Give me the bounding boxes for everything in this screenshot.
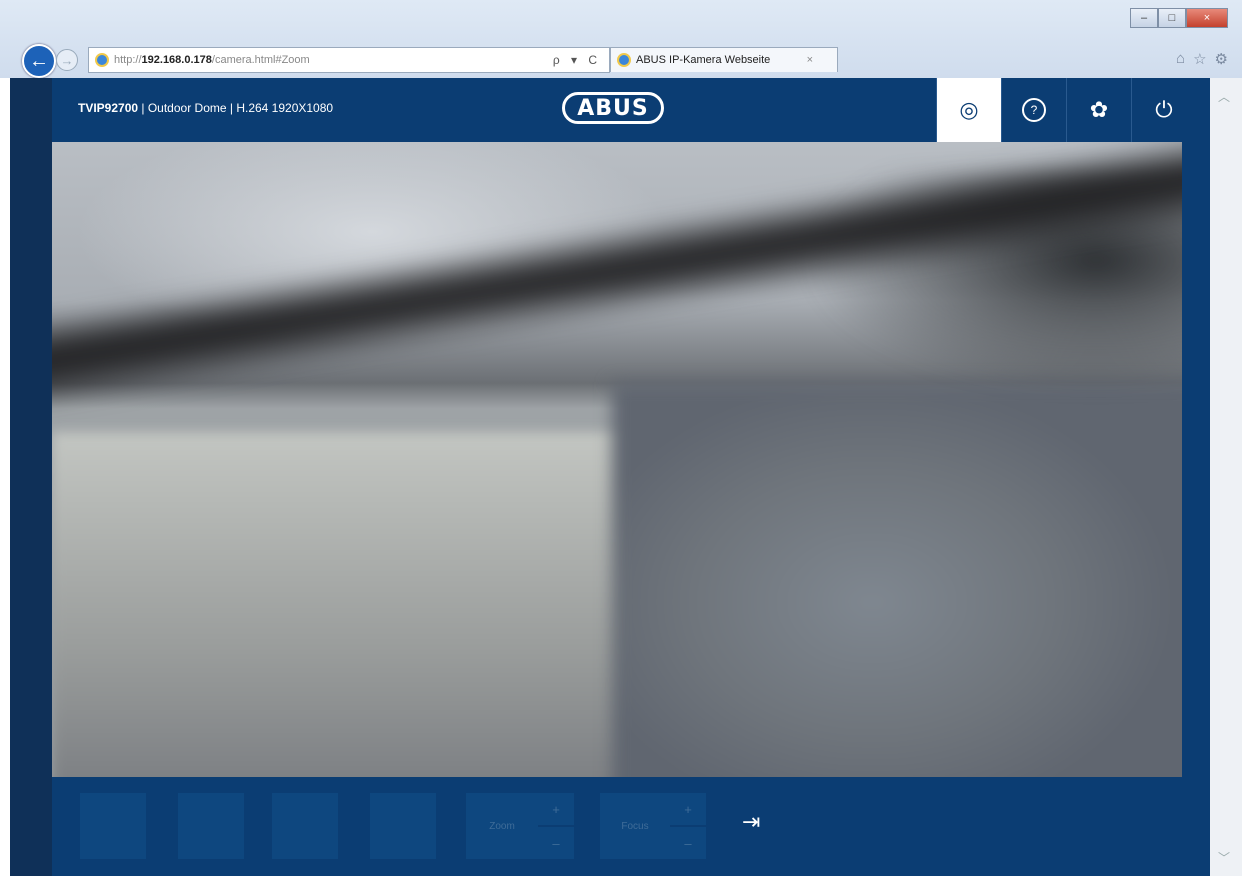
url-prefix: http://: [114, 54, 142, 66]
audio-button[interactable]: [272, 793, 338, 859]
fullscreen-button[interactable]: [370, 793, 436, 859]
snapshot-button[interactable]: [80, 793, 146, 859]
camera-model: TVIP92700: [78, 101, 139, 115]
home-icon[interactable]: ⌂: [1176, 50, 1185, 68]
tab-title: ABUS IP-Kamera Webseite: [636, 54, 771, 66]
page-area: TVIP92700 | Outdoor Dome | H.264 1920X10…: [10, 78, 1242, 876]
url-path: /camera.html#Zoom: [211, 54, 310, 66]
favorites-icon[interactable]: ☆: [1193, 50, 1206, 68]
address-tools[interactable]: ρ ▾ C: [553, 53, 601, 67]
abus-logo: ABUS: [562, 92, 664, 124]
camera-title: TVIP92700 | Outdoor Dome | H.264 1920X10…: [78, 101, 333, 115]
page-scrollbar[interactable]: ︿ ﹀: [1210, 78, 1242, 876]
help-button[interactable]: ?: [1001, 78, 1066, 142]
header-buttons: ◎ ? ✿ ⏻: [936, 78, 1196, 142]
help-icon: ?: [1022, 98, 1046, 122]
focus-minus-button[interactable]: –: [670, 827, 706, 859]
ie-page-icon: [95, 53, 109, 67]
focus-label: Focus: [600, 793, 670, 859]
zoom-out-button[interactable]: –: [538, 827, 574, 859]
url-host: 192.168.0.178: [141, 54, 212, 66]
browser-chrome: – □ × ← → http:// 192.168.0.178 /camera.…: [0, 0, 1242, 78]
zoom-stepper: + –: [538, 793, 574, 861]
zoom-in-button[interactable]: +: [538, 793, 574, 825]
live-view-button[interactable]: ◎: [936, 78, 1001, 142]
window-controls: – □ ×: [1130, 8, 1228, 28]
live-view-icon: ◎: [959, 97, 979, 122]
video-right-surface: [612, 382, 1182, 777]
exit-icon[interactable]: ⇥: [742, 809, 760, 835]
close-window-button[interactable]: ×: [1186, 8, 1228, 28]
browser-tab[interactable]: ABUS IP-Kamera Webseite ×: [610, 47, 838, 72]
scroll-down-icon[interactable]: ﹀: [1218, 849, 1230, 866]
tab-close-icon[interactable]: ×: [807, 54, 813, 66]
tools-icon[interactable]: ⚙: [1215, 50, 1228, 68]
video-left-surface: [52, 432, 652, 777]
minimize-button[interactable]: –: [1130, 8, 1158, 28]
maximize-button[interactable]: □: [1158, 8, 1186, 28]
back-button[interactable]: ←: [22, 44, 56, 78]
control-bar: Zoom + – Focus + – ⇥: [52, 777, 1210, 876]
zoom-label: Zoom: [466, 793, 538, 859]
app-header: TVIP92700 | Outdoor Dome | H.264 1920X10…: [52, 78, 1210, 142]
browser-right-icons: ⌂ ☆ ⚙: [1176, 50, 1228, 68]
logout-button[interactable]: ⏻: [1131, 78, 1196, 142]
camera-app: TVIP92700 | Outdoor Dome | H.264 1920X10…: [52, 78, 1210, 876]
record-button[interactable]: [178, 793, 244, 859]
forward-button[interactable]: →: [56, 49, 78, 71]
power-icon: ⏻: [1155, 97, 1173, 122]
camera-info: | Outdoor Dome | H.264 1920X1080: [138, 101, 334, 115]
address-bar[interactable]: http:// 192.168.0.178 /camera.html#Zoom …: [88, 47, 610, 73]
live-video[interactable]: [52, 142, 1182, 777]
focus-plus-button[interactable]: +: [670, 793, 706, 825]
settings-icon: ✿: [1089, 97, 1109, 122]
tab-favicon-icon: [617, 53, 631, 67]
settings-button[interactable]: ✿: [1066, 78, 1131, 142]
scroll-up-icon[interactable]: ︿: [1218, 88, 1230, 105]
focus-stepper: + –: [670, 793, 706, 861]
